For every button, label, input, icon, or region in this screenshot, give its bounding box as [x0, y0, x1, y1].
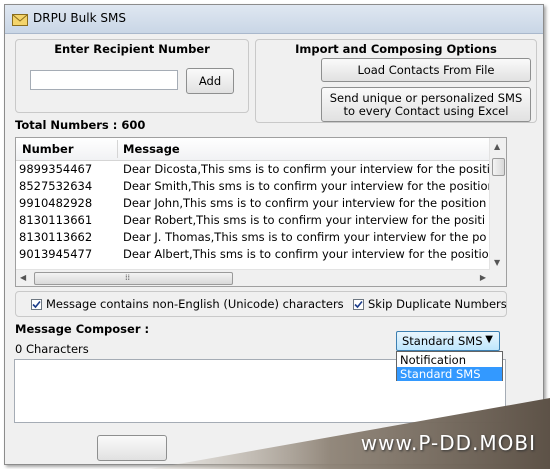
row-number: 8130113662 — [19, 230, 93, 244]
add-button[interactable]: Add — [186, 68, 234, 94]
recipient-heading: Enter Recipient Number — [54, 42, 210, 56]
table-row[interactable]: 9910482928 Dear John,This sms is to conf… — [16, 195, 490, 212]
contacts-table[interactable]: Number Message 9899354467 Dear Dicosta,T… — [15, 137, 507, 287]
sms-type-option-standard[interactable]: Standard SMS — [397, 367, 502, 381]
row-number: 9910482928 — [19, 196, 93, 210]
excel-button-line2: to every Contact using Excel — [343, 103, 509, 118]
row-message: Dear John,This sms is to confirm your in… — [123, 196, 487, 210]
recipient-group: Enter Recipient Number Add — [15, 39, 249, 113]
table-row[interactable]: 8527532634 Dear Smith,This sms is to con… — [16, 178, 490, 195]
app-icon — [12, 12, 28, 26]
unicode-checkbox-label[interactable]: Message contains non-English (Unicode) c… — [46, 297, 344, 311]
sms-type-select[interactable]: Standard SMS ▼ — [396, 331, 500, 351]
row-message: Dear Robert,This sms is to confirm your … — [123, 213, 486, 227]
vertical-scroll-thumb[interactable] — [492, 158, 505, 176]
title-bar: DRPU Bulk SMS — [5, 5, 543, 34]
sms-type-dropdown: Notification Standard SMS — [396, 351, 503, 381]
row-message: Dear J. Thomas,This sms is to confirm yo… — [123, 230, 487, 244]
column-separator — [117, 140, 118, 158]
scroll-up-arrow-icon[interactable]: ▲ — [494, 142, 500, 151]
partial-bottom-button[interactable] — [97, 435, 167, 461]
app-window: DRPU Bulk SMS Enter Recipient Number Add… — [4, 4, 544, 465]
load-contacts-button[interactable]: Load Contacts From File — [321, 58, 531, 82]
scroll-down-arrow-icon[interactable]: ▼ — [494, 258, 500, 267]
table-row[interactable]: 9899354467 Dear Dicosta,This sms is to c… — [16, 161, 490, 178]
row-message: Dear Smith,This sms is to confirm your i… — [123, 179, 489, 193]
import-heading: Import and Composing Options — [295, 42, 497, 56]
scroll-left-arrow-icon[interactable]: ◀ — [20, 273, 26, 282]
table-header: Number Message — [16, 138, 490, 161]
table-row[interactable]: 9013945477 Dear Albert,This sms is to co… — [16, 246, 490, 263]
horizontal-scrollbar[interactable]: ◀ ⁞⁞ ▶ — [16, 269, 490, 286]
skip-duplicates-checkbox[interactable] — [353, 299, 364, 310]
message-composer-heading: Message Composer : — [15, 322, 150, 336]
unicode-checkbox[interactable] — [31, 299, 42, 310]
scrollbar-corner — [490, 270, 506, 286]
column-number-header[interactable]: Number — [22, 142, 74, 156]
character-count: 0 Characters — [15, 342, 89, 356]
row-number: 9899354467 — [19, 162, 93, 176]
skip-duplicates-label[interactable]: Skip Duplicate Numbers — [368, 297, 507, 311]
sms-type-selected: Standard SMS — [402, 334, 483, 348]
total-numbers: Total Numbers : 600 — [15, 118, 146, 132]
row-number: 9013945477 — [19, 247, 93, 261]
chevron-down-icon: ▼ — [485, 334, 493, 345]
row-number: 8527532634 — [19, 179, 93, 193]
table-row[interactable]: 8130113662 Dear J. Thomas,This sms is to… — [16, 229, 490, 246]
window-title: DRPU Bulk SMS — [33, 11, 126, 25]
options-group: Message contains non-English (Unicode) c… — [15, 291, 507, 317]
table-rows: 9899354467 Dear Dicosta,This sms is to c… — [16, 161, 490, 263]
vertical-scrollbar[interactable]: ▲ ▼ — [489, 138, 506, 270]
horizontal-scroll-thumb[interactable]: ⁞⁞ — [34, 272, 233, 285]
excel-personalized-button[interactable]: Send unique or personalized SMS to every… — [321, 87, 531, 122]
row-message: Dear Albert,This sms is to confirm your … — [123, 247, 489, 261]
row-message: Dear Dicosta,This sms is to confirm your… — [123, 162, 489, 176]
row-number: 8130113661 — [19, 213, 93, 227]
table-row[interactable]: 8130113661 Dear Robert,This sms is to co… — [16, 212, 490, 229]
import-options-group: Import and Composing Options Load Contac… — [255, 39, 537, 123]
recipient-number-input[interactable] — [30, 70, 178, 90]
sms-type-option-notification[interactable]: Notification — [397, 353, 502, 367]
scroll-right-arrow-icon[interactable]: ▶ — [480, 273, 486, 282]
excel-button-line1: Send unique or personalized SMS — [329, 90, 523, 105]
grip-icon: ⁞⁞ — [125, 273, 131, 282]
column-message-header[interactable]: Message — [123, 142, 180, 156]
